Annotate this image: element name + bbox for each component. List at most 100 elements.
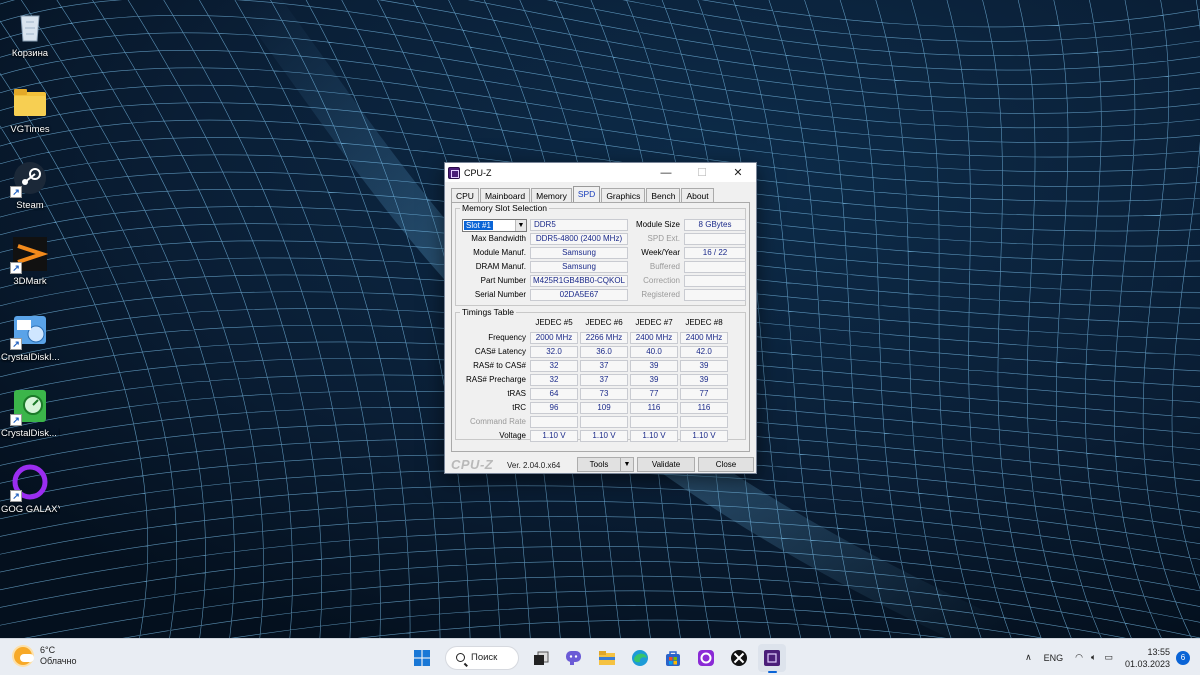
buffered-label: Buffered <box>649 262 680 271</box>
weather-widget[interactable]: 6°C Облачно <box>14 645 76 667</box>
part-number-value: M425R1GB4BB0-CQKOL <box>530 275 628 287</box>
start-button[interactable] <box>408 644 436 672</box>
desktop-icon-folder[interactable]: VGTimes <box>0 84 60 135</box>
serial-number-value: 02DA5E67 <box>530 289 628 301</box>
gog-galaxy-taskbar-button[interactable] <box>692 644 720 672</box>
chevron-down-icon: ▼ <box>515 220 526 231</box>
xbox-button[interactable] <box>725 644 753 672</box>
crystaldiskinfo-icon: ↗ <box>10 312 48 350</box>
tab-mainboard[interactable]: Mainboard <box>479 188 531 203</box>
chevron-up-icon[interactable]: ∧ <box>1025 652 1032 663</box>
ras-precharge-value: 37 <box>580 374 628 386</box>
desktop-icon-recycle-bin[interactable]: Корзина <box>0 8 60 59</box>
desktop-icon-label: VGTimes <box>10 124 50 135</box>
chat-icon <box>566 650 581 665</box>
file-explorer-icon <box>599 650 615 665</box>
trc-value: 116 <box>680 402 728 414</box>
buffered-value <box>684 261 746 273</box>
ras-to-cas-value: 32 <box>530 360 578 372</box>
jedec-column-header: JEDEC #7 <box>635 318 673 327</box>
clock[interactable]: 13:55 01.03.2023 <box>1125 646 1170 670</box>
cpu-z-taskbar-button[interactable] <box>758 643 786 673</box>
desktop-icon-gog-galaxy[interactable]: ↗ GOG GALAXY <box>0 464 60 515</box>
slot-select[interactable]: Slot #1 ▼ <box>462 219 527 232</box>
week-year-label: Week/Year <box>641 248 680 257</box>
title-bar[interactable]: CPU-Z — ☐ ✕ <box>445 163 756 182</box>
chat-button[interactable] <box>560 644 588 672</box>
cas-latency-label: CAS# Latency <box>474 347 526 356</box>
tab-graphics[interactable]: Graphics <box>601 188 646 203</box>
search-icon <box>456 653 465 662</box>
desktop-icon-label: Корзина <box>11 48 49 59</box>
spd-ext-value <box>684 233 746 245</box>
cas-latency-value: 40.0 <box>630 346 678 358</box>
tras-value: 77 <box>630 388 678 400</box>
taskbar-apps: Поиск <box>408 643 791 673</box>
voltage-value: 1.10 V <box>630 430 678 442</box>
close-window-button[interactable]: ✕ <box>720 163 756 182</box>
memory-slot-legend: Memory Slot Selection <box>460 203 550 213</box>
file-explorer-button[interactable] <box>593 644 621 672</box>
jedec-column-header: JEDEC #8 <box>685 318 723 327</box>
windows-logo-icon <box>414 649 430 666</box>
tab-bench[interactable]: Bench <box>646 188 681 203</box>
gog-galaxy-icon: ↗ <box>10 464 48 502</box>
3dmark-icon: ↗ <box>10 236 49 274</box>
task-view-icon <box>534 651 549 665</box>
tab-about[interactable]: About <box>681 188 714 203</box>
window-title: CPU-Z <box>464 167 492 178</box>
frequency-value: 2400 MHz <box>680 332 728 344</box>
validate-button[interactable]: Validate <box>637 457 695 472</box>
module-size-label: Module Size <box>635 220 680 229</box>
taskbar: 6°C Облачно Поиск ∧ ENG ◠ 🔈︎ ▭ 13:55 01.… <box>0 638 1200 675</box>
module-manuf-value: Samsung <box>530 247 628 259</box>
minimize-button[interactable]: — <box>648 163 684 182</box>
module-manuf-label: Module Manuf. <box>473 248 526 257</box>
weather-description: Облачно <box>40 656 77 666</box>
command-rate-value <box>680 416 728 428</box>
registered-value <box>684 289 746 301</box>
battery-icon: ▭ <box>1104 652 1113 662</box>
cpu-z-window[interactable]: CPU-Z — ☐ ✕ CPU Mainboard Memory SPD Graphic… <box>444 162 757 474</box>
language-indicator[interactable]: ENG <box>1044 653 1064 663</box>
jedec-column-header: JEDEC #6 <box>585 318 623 327</box>
voltage-value: 1.10 V <box>680 430 728 442</box>
steam-icon: ↗ <box>10 160 48 198</box>
tras-value: 73 <box>580 388 628 400</box>
maximize-button[interactable]: ☐ <box>684 163 720 182</box>
tools-button[interactable]: Tools ▼ <box>577 457 634 472</box>
tools-dropdown-icon[interactable]: ▼ <box>620 458 633 471</box>
tray-status-icons[interactable]: ◠ 🔈︎ ▭ <box>1075 652 1113 663</box>
ras-precharge-label: RAS# Precharge <box>465 375 526 384</box>
command-rate-value <box>580 416 628 428</box>
correction-label: Correction <box>643 276 680 285</box>
gog-galaxy-icon <box>698 649 714 666</box>
xbox-icon <box>731 649 747 666</box>
tools-button-label: Tools <box>589 460 609 469</box>
voltage-value: 1.10 V <box>580 430 628 442</box>
ras-precharge-value: 32 <box>530 374 578 386</box>
module-size-value: 8 GBytes <box>684 219 746 231</box>
frequency-value: 2400 MHz <box>630 332 678 344</box>
desktop-icon-3dmark[interactable]: ↗ 3DMark <box>0 236 60 287</box>
tab-spd[interactable]: SPD <box>572 186 601 203</box>
shortcut-arrow-icon: ↗ <box>10 338 22 350</box>
cas-latency-value: 36.0 <box>580 346 628 358</box>
shortcut-arrow-icon: ↗ <box>10 414 22 426</box>
tab-memory[interactable]: Memory <box>531 188 572 203</box>
edge-button[interactable] <box>626 644 654 672</box>
store-button[interactable] <box>659 644 687 672</box>
desktop-icon-crystaldiskmark[interactable]: ↗ CrystalDisk... 8 <box>0 388 60 439</box>
task-view-button[interactable] <box>527 644 555 672</box>
search-box[interactable]: Поиск <box>445 645 519 670</box>
clock-time: 13:55 <box>1147 646 1170 657</box>
tab-cpu[interactable]: CPU <box>451 188 479 203</box>
weather-temperature: 6°C <box>40 645 56 655</box>
notifications-badge[interactable]: 6 <box>1176 650 1190 665</box>
version-label: Ver. 2.04.0.x64 <box>507 461 561 470</box>
search-label: Поиск <box>471 652 498 663</box>
desktop-icon-steam[interactable]: ↗ Steam <box>0 160 60 211</box>
close-button[interactable]: Close <box>698 457 754 472</box>
desktop-icon-crystaldiskinfo[interactable]: ↗ CrystalDiskI... <box>0 312 60 363</box>
desktop-icon-label: Steam <box>16 200 44 211</box>
